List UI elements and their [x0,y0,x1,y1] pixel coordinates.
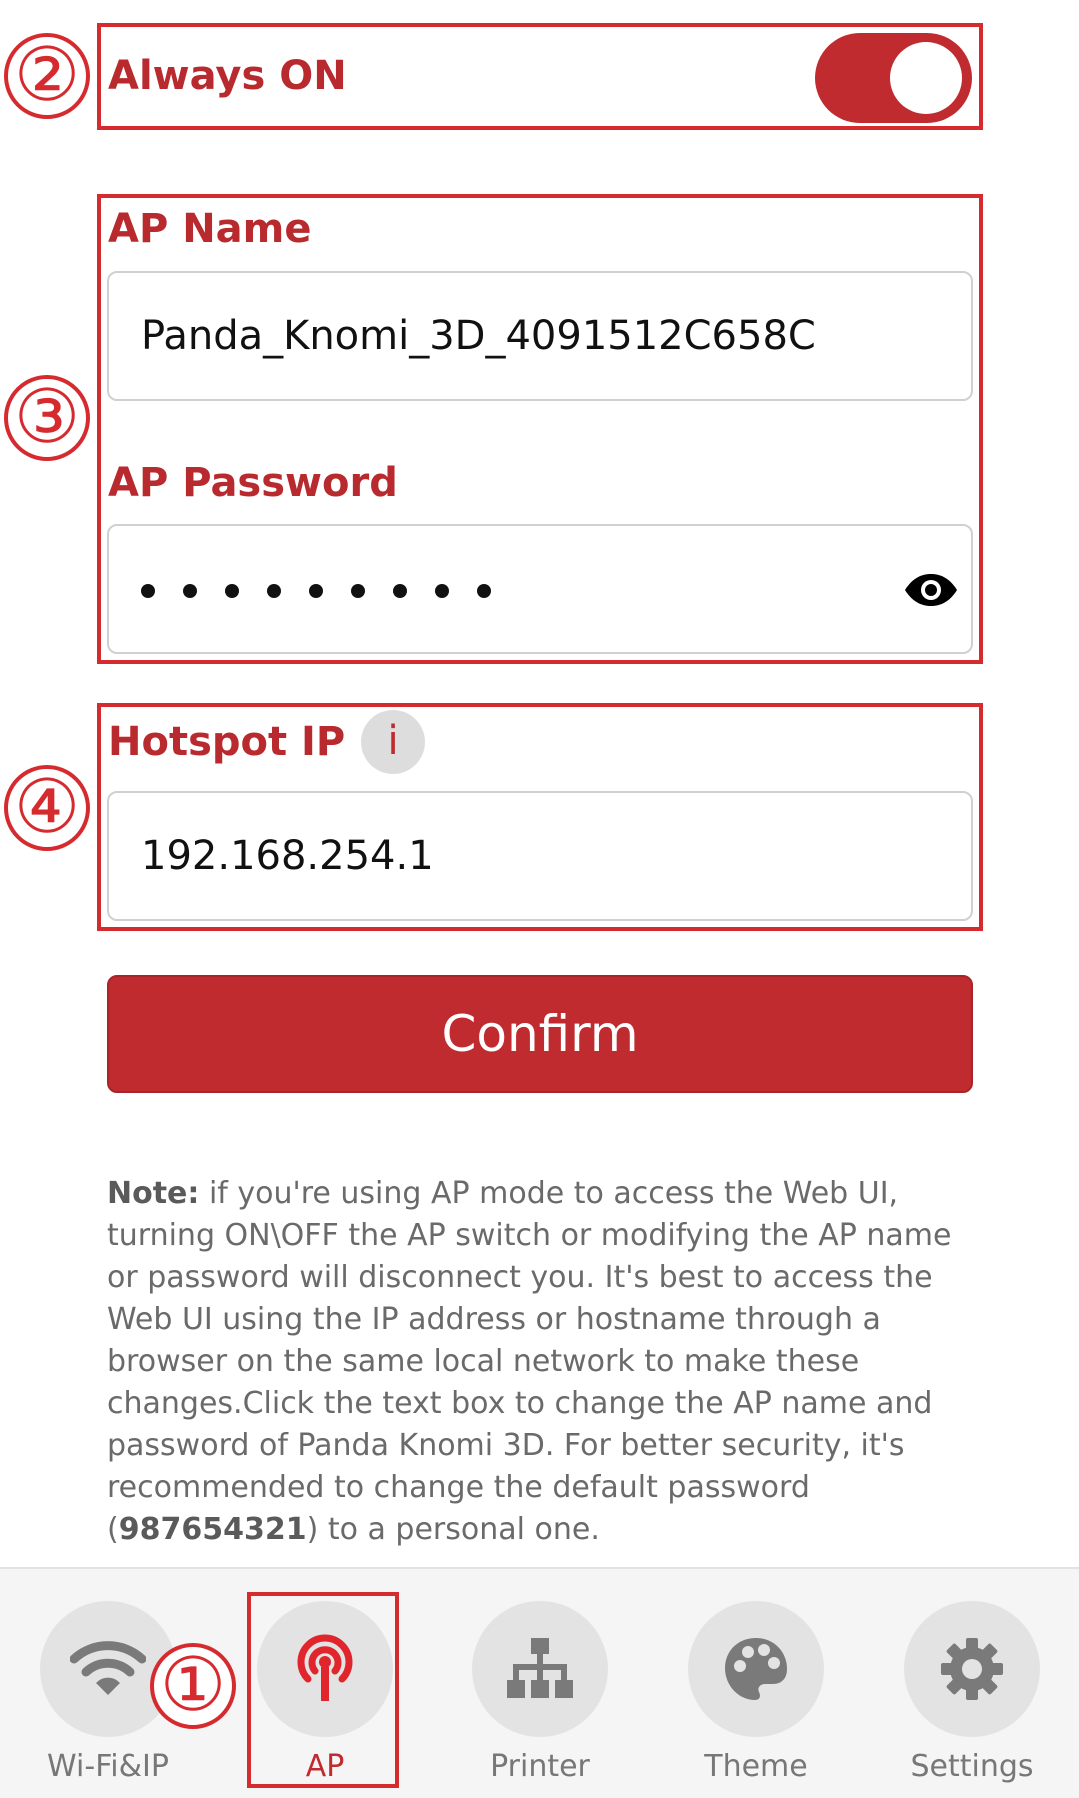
nav-circle [472,1601,608,1737]
show-password-eye-icon[interactable] [903,572,959,608]
palette-icon [725,1638,787,1700]
nav-label-printer: Printer [490,1749,590,1784]
always-on-label: Always ON [108,53,347,99]
annotation-number-3: ③ [4,375,90,461]
hotspot-ip-value: 192.168.254.1 [141,833,434,879]
info-icon[interactable]: i [361,710,425,774]
nav-item-theme[interactable]: Theme [648,1569,864,1798]
nav-circle [688,1601,824,1737]
password-dot [351,584,365,598]
ap-password-input[interactable] [107,524,973,654]
note-prefix: Note: [107,1176,200,1211]
ap-password-label: AP Password [108,460,398,506]
password-dot [225,584,239,598]
nav-label-settings: Settings [910,1749,1034,1784]
note-tail: ) to a personal one. [306,1512,600,1547]
hotspot-ip-label: Hotspot IP [108,719,346,765]
nav-circle [904,1601,1040,1737]
hotspot-ip-input[interactable]: 192.168.254.1 [107,791,973,921]
password-dot [477,584,491,598]
nav-label-theme: Theme [704,1749,808,1784]
password-dot [267,584,281,598]
ap-name-value: Panda_Knomi_3D_4091512C658C [141,313,816,359]
nav-item-printer[interactable]: Printer [432,1569,648,1798]
always-on-toggle[interactable] [815,33,972,123]
password-dot [309,584,323,598]
password-dot [183,584,197,598]
wifi-icon [70,1641,146,1695]
nav-label-wifi: Wi-Fi&IP [47,1749,169,1784]
network-tree-icon [507,1638,573,1698]
annotation-number-2: ② [4,33,90,119]
confirm-button[interactable]: Confirm [107,975,973,1093]
password-mask [141,566,519,612]
password-dot [393,584,407,598]
toggle-knob [890,42,962,114]
note-text: Note: if you're using AP mode to access … [107,1173,967,1551]
ap-name-label: AP Name [108,206,312,252]
password-dot [141,584,155,598]
annotation-number-4: ④ [4,765,90,851]
ap-name-input[interactable]: Panda_Knomi_3D_4091512C658C [107,271,973,401]
gear-icon [941,1638,1003,1700]
password-dot [435,584,449,598]
annotation-number-1: ① [150,1643,236,1729]
default-password: 987654321 [118,1512,307,1547]
annotation-box-ap-tab [247,1592,399,1788]
nav-item-settings[interactable]: Settings [864,1569,1079,1798]
note-body: if you're using AP mode to access the We… [107,1176,952,1547]
